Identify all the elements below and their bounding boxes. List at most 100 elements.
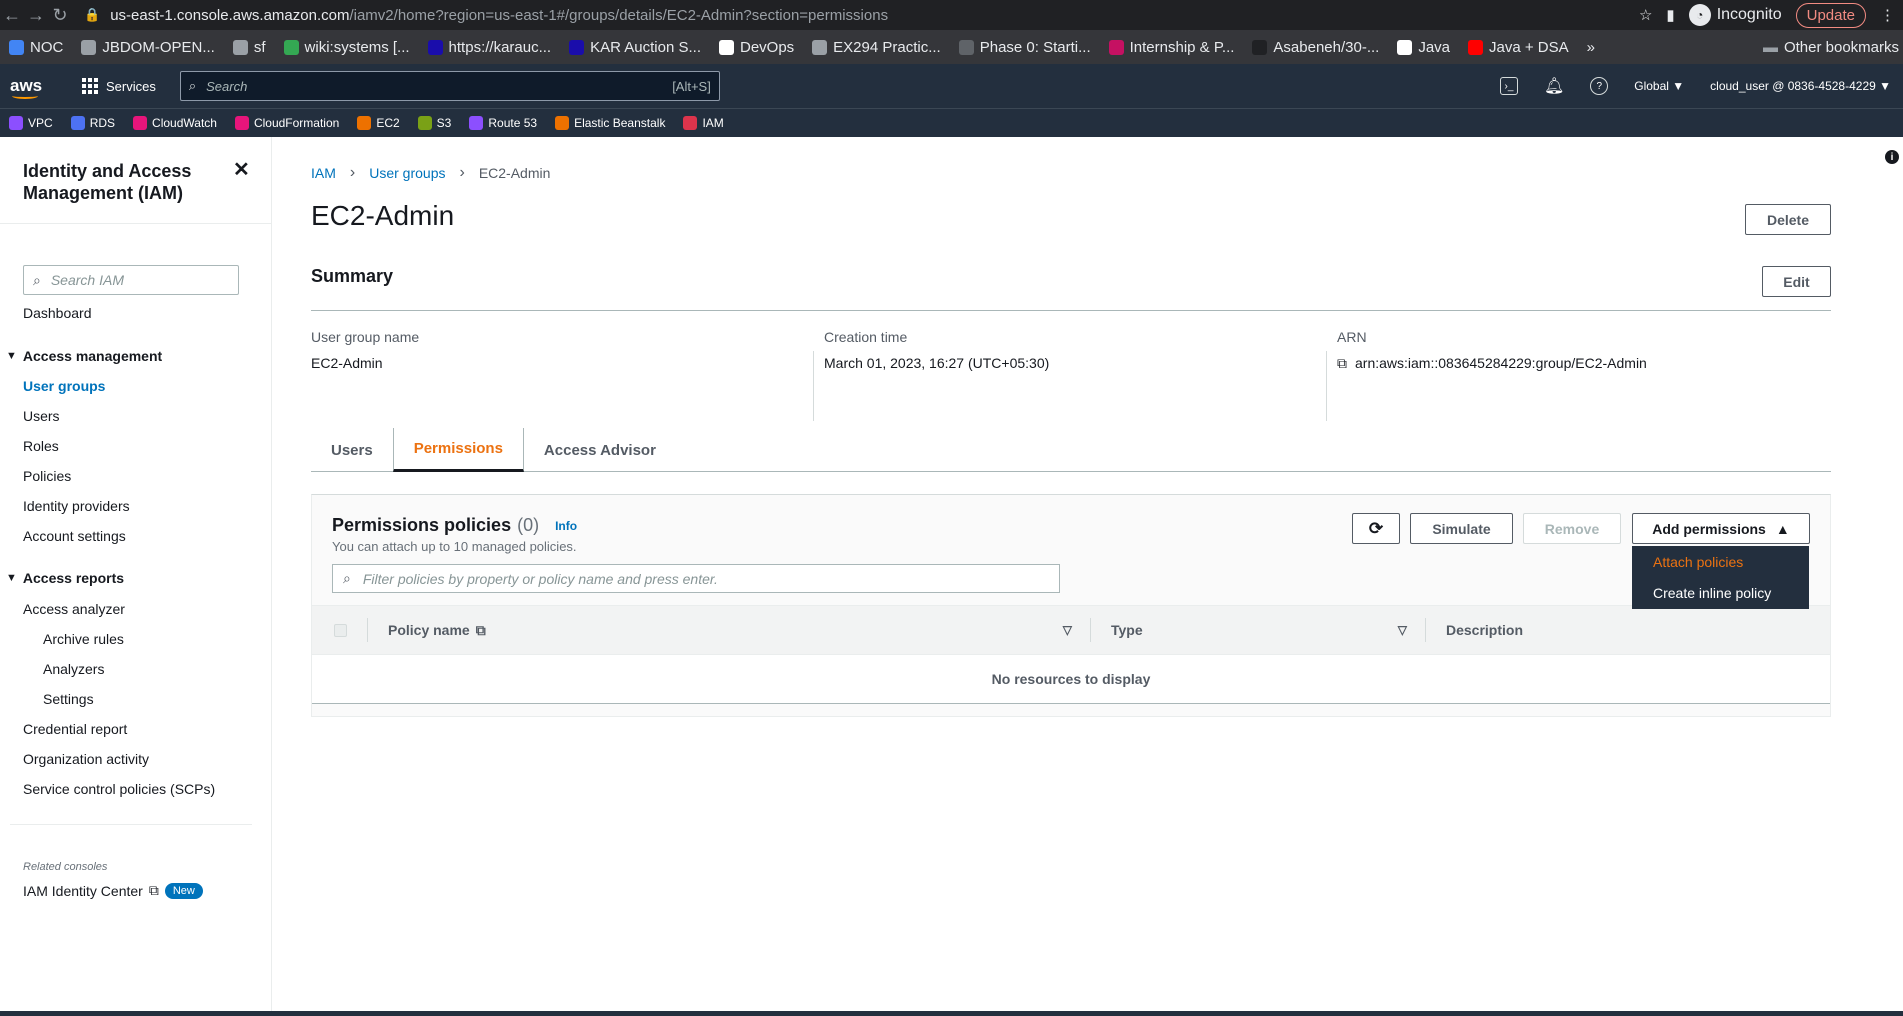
bookmark-item[interactable]: KAR Auction S... bbox=[560, 39, 710, 56]
edit-button[interactable]: Edit bbox=[1762, 266, 1831, 297]
bookmark-item[interactable]: sf bbox=[224, 39, 275, 56]
url-host: us-east-1.console.aws.amazon.com bbox=[110, 6, 350, 24]
favorite-service[interactable]: EC2 bbox=[348, 116, 408, 130]
info-link[interactable]: Info bbox=[555, 519, 577, 533]
lock-icon: 🔒 bbox=[84, 7, 101, 22]
sidebar-item-user-groups[interactable]: User groups bbox=[23, 378, 105, 394]
bookmark-item[interactable]: Java bbox=[1388, 39, 1459, 56]
sidebar-item-credential-report[interactable]: Credential report bbox=[23, 721, 127, 737]
favicon-icon bbox=[9, 39, 24, 55]
sidebar-item-policies[interactable]: Policies bbox=[23, 468, 71, 484]
more-bookmarks-button[interactable]: » bbox=[1578, 39, 1604, 56]
sidebar-item-archive-rules[interactable]: Archive rules bbox=[43, 631, 124, 647]
region-selector[interactable]: Global ▼ bbox=[1634, 79, 1684, 93]
favorite-service[interactable]: VPC bbox=[0, 116, 62, 130]
filter-input[interactable]: ⌕ Filter policies by property or policy n… bbox=[332, 564, 1060, 593]
other-bookmarks-label: Other bookmarks bbox=[1783, 38, 1899, 56]
sidebar-item-identity-providers[interactable]: Identity providers bbox=[23, 498, 130, 514]
favorite-service[interactable]: Route 53 bbox=[460, 116, 546, 130]
section-access-management[interactable]: ▼ Access management bbox=[6, 348, 162, 364]
sidebar-item-organization-activity[interactable]: Organization activity bbox=[23, 751, 149, 767]
creation-value: March 01, 2023, 16:27 (UTC+05:30) bbox=[824, 355, 1050, 371]
divider bbox=[813, 351, 814, 421]
remove-button[interactable]: Remove bbox=[1523, 513, 1621, 544]
divider bbox=[10, 824, 252, 825]
cloudshell-icon[interactable]: ›_ bbox=[1499, 77, 1518, 95]
info-panel-icon[interactable]: i bbox=[1885, 150, 1899, 164]
copy-icon[interactable]: ⧉ bbox=[1337, 355, 1347, 371]
sidebar-item-roles[interactable]: Roles bbox=[23, 438, 59, 454]
permissions-title: Permissions policies (0) Info bbox=[332, 515, 577, 536]
bookmark-label: Java bbox=[1418, 38, 1451, 56]
aws-search-input[interactable]: ⌕ Search [Alt+S] bbox=[179, 71, 720, 101]
bookmark-label: DevOps bbox=[739, 38, 795, 56]
bookmark-item[interactable]: Internship & P... bbox=[1100, 39, 1244, 56]
incognito-indicator[interactable]: ◔ Incognito bbox=[1688, 4, 1782, 26]
external-link-icon: ⧉ bbox=[148, 882, 159, 898]
services-menu[interactable]: Services bbox=[82, 78, 156, 94]
menu-item-attach-policies[interactable]: Attach policies bbox=[1632, 546, 1809, 577]
tab-users[interactable]: Users bbox=[311, 428, 393, 472]
bookmark-item[interactable]: https://karauc... bbox=[419, 39, 561, 56]
bookmark-item[interactable]: Phase 0: Starti... bbox=[950, 39, 1100, 56]
simulate-button[interactable]: Simulate bbox=[1410, 513, 1513, 544]
sidebar-item-users[interactable]: Users bbox=[23, 408, 60, 424]
select-all-checkbox[interactable] bbox=[334, 623, 347, 637]
bookmark-item[interactable]: Java + DSA bbox=[1459, 39, 1578, 56]
bookmark-item[interactable]: EX294 Practic... bbox=[803, 39, 950, 56]
breadcrumb-iam[interactable]: IAM bbox=[311, 165, 336, 181]
section-access-reports[interactable]: ▼ Access reports bbox=[6, 570, 124, 586]
address-bar[interactable]: 🔒 us-east-1.console.aws.amazon.com/iamv2… bbox=[78, 1, 1639, 29]
notifications-icon[interactable]: 🔔︎ bbox=[1544, 76, 1564, 96]
column-policy-name[interactable]: Policy name ⧉ ▽ bbox=[368, 606, 1090, 655]
sidebar-item-account-settings[interactable]: Account settings bbox=[23, 528, 126, 544]
sidebar-item-settings[interactable]: Settings bbox=[43, 691, 94, 707]
update-button[interactable]: Update bbox=[1795, 2, 1866, 28]
back-icon[interactable]: ← bbox=[0, 5, 24, 26]
identity-center-link[interactable]: IAM Identity Center ⧉ New bbox=[23, 882, 203, 899]
browser-toolbar: ← → ↻ 🔒 us-east-1.console.aws.amazon.com… bbox=[0, 0, 1903, 30]
bookmark-label: NOC bbox=[30, 38, 64, 56]
column-description[interactable]: Description bbox=[1426, 606, 1523, 655]
favorite-service[interactable]: RDS bbox=[62, 116, 124, 130]
help-icon[interactable]: ? bbox=[1590, 77, 1609, 95]
bookmark-item[interactable]: Asabeneh/30-... bbox=[1243, 39, 1388, 56]
sidebar-item-access-analyzer[interactable]: Access analyzer bbox=[23, 601, 125, 617]
other-bookmarks[interactable]: ▬ Other bookmarks bbox=[1763, 39, 1903, 56]
column-type[interactable]: Type ▽ bbox=[1091, 606, 1425, 655]
side-panel-icon[interactable]: ▮ bbox=[1666, 6, 1674, 24]
tab-permissions[interactable]: Permissions bbox=[392, 428, 524, 472]
bookmark-label: https://karauc... bbox=[448, 38, 552, 56]
bookmark-item[interactable]: wiki:systems [... bbox=[275, 39, 419, 56]
aws-logo[interactable]: aws bbox=[10, 76, 62, 99]
sidebar-item-scps[interactable]: Service control policies (SCPs) bbox=[23, 781, 215, 797]
sidebar-search-input[interactable]: ⌕ Search IAM bbox=[23, 265, 239, 295]
account-menu[interactable]: cloud_user @ 0836-4528-4229 ▼ bbox=[1710, 79, 1891, 93]
forward-icon[interactable]: → bbox=[24, 5, 48, 26]
service-icon bbox=[357, 116, 372, 130]
tab-bar: Users Permissions Access Advisor bbox=[311, 428, 1831, 472]
bookmark-label: Internship & P... bbox=[1129, 38, 1235, 56]
favorite-service[interactable]: CloudWatch bbox=[124, 116, 226, 130]
refresh-button[interactable]: ⟳ bbox=[1352, 513, 1400, 544]
delete-button[interactable]: Delete bbox=[1745, 204, 1831, 235]
favorite-service[interactable]: IAM bbox=[674, 116, 732, 130]
bookmark-item[interactable]: JBDOM-OPEN... bbox=[72, 39, 224, 56]
reload-icon[interactable]: ↻ bbox=[48, 5, 72, 26]
breadcrumb-user-groups[interactable]: User groups bbox=[369, 165, 445, 181]
bookmark-item[interactable]: DevOps bbox=[710, 39, 803, 56]
menu-item-create-inline-policy[interactable]: Create inline policy bbox=[1632, 577, 1809, 608]
favorite-service[interactable]: Elastic Beanstalk bbox=[546, 116, 674, 130]
favorite-service[interactable]: S3 bbox=[409, 116, 461, 130]
tab-access-advisor[interactable]: Access Advisor bbox=[524, 428, 676, 472]
bookmark-item[interactable]: NOC bbox=[0, 39, 72, 56]
sidebar-item-analyzers[interactable]: Analyzers bbox=[43, 661, 104, 677]
star-icon[interactable]: ☆ bbox=[1639, 6, 1652, 24]
external-link-icon: ⧉ bbox=[475, 621, 486, 638]
favorite-service[interactable]: CloudFormation bbox=[226, 116, 348, 130]
sidebar-item-dashboard[interactable]: Dashboard bbox=[23, 305, 92, 321]
menu-icon[interactable]: ⋮ bbox=[1880, 6, 1895, 24]
search-icon: ⌕ bbox=[33, 271, 41, 288]
close-icon[interactable]: ✕ bbox=[233, 157, 250, 182]
add-permissions-button[interactable]: Add permissions ▲ bbox=[1632, 513, 1810, 544]
